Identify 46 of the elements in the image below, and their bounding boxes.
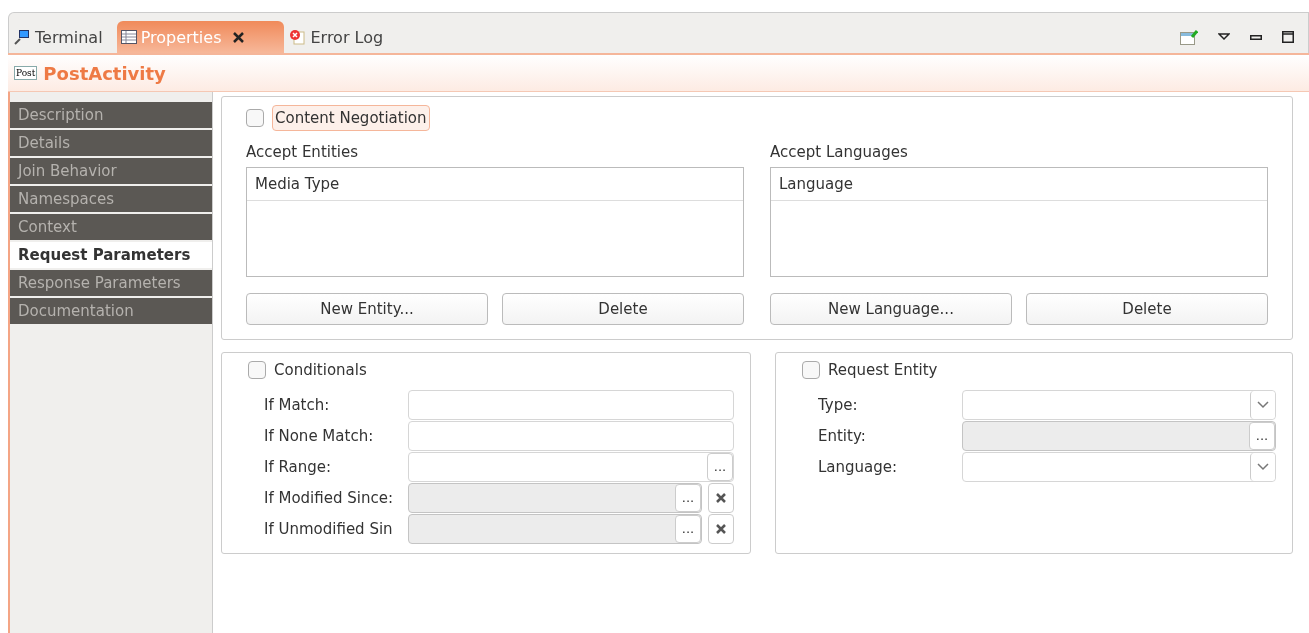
checkbox[interactable] xyxy=(246,109,264,127)
view-menu-icon[interactable] xyxy=(1218,33,1230,41)
post-icon: Post xyxy=(14,66,38,80)
checkbox-label: Conditionals xyxy=(274,361,367,379)
header-title: PostActivity xyxy=(43,62,166,84)
field-label: If Match: xyxy=(264,395,331,414)
field-label: If Modified Since: xyxy=(264,488,394,507)
close-icon xyxy=(716,492,726,503)
action-button[interactable]: New Entity... xyxy=(246,293,488,325)
input-field[interactable] xyxy=(408,389,734,420)
table-icon xyxy=(120,30,137,44)
field-label: Type: xyxy=(818,395,859,414)
close-icon xyxy=(716,523,726,534)
dropdown-field[interactable] xyxy=(962,389,1276,420)
section-label: Accept Languages xyxy=(770,143,909,161)
action-button[interactable]: Delete xyxy=(502,293,744,325)
browse-button[interactable]: ... xyxy=(707,452,733,481)
action-button[interactable]: Delete xyxy=(1026,293,1268,325)
minimize-icon[interactable] xyxy=(1250,34,1262,40)
action-button[interactable]: New Language... xyxy=(770,293,1012,325)
field-label: If None Match: xyxy=(264,426,375,445)
close-icon[interactable] xyxy=(233,31,245,43)
field-label: Language: xyxy=(818,457,899,476)
column-header: Language xyxy=(771,168,1267,201)
field-label: If Range: xyxy=(264,457,333,476)
sidebar-tab[interactable]: Request Parameters xyxy=(10,242,212,268)
view-tab[interactable]: Terminal xyxy=(9,21,117,53)
chevron-down-icon xyxy=(1257,462,1269,471)
checkbox-label: Request Entity xyxy=(828,361,938,379)
checkbox[interactable] xyxy=(802,361,820,379)
chevron-down-icon xyxy=(1257,400,1269,409)
input-field[interactable] xyxy=(408,420,734,451)
dropdown-field[interactable] xyxy=(962,451,1276,482)
checkbox-label: Content Negotiation xyxy=(272,105,430,131)
clear-button[interactable] xyxy=(708,482,734,513)
section-label: Accept Entities xyxy=(246,143,360,161)
maximize-icon[interactable] xyxy=(1282,31,1294,43)
input-field[interactable]: ... xyxy=(408,451,734,482)
field-label: If Unmodified Sin xyxy=(264,519,394,538)
checkbox[interactable] xyxy=(248,361,266,379)
error-icon xyxy=(288,28,307,46)
view-tab[interactable]: Error Log xyxy=(284,21,398,53)
new-window-icon[interactable] xyxy=(1180,29,1198,45)
clear-button[interactable] xyxy=(708,513,734,544)
field-label: Entity: xyxy=(818,426,867,445)
column-header: Media Type xyxy=(247,168,743,201)
